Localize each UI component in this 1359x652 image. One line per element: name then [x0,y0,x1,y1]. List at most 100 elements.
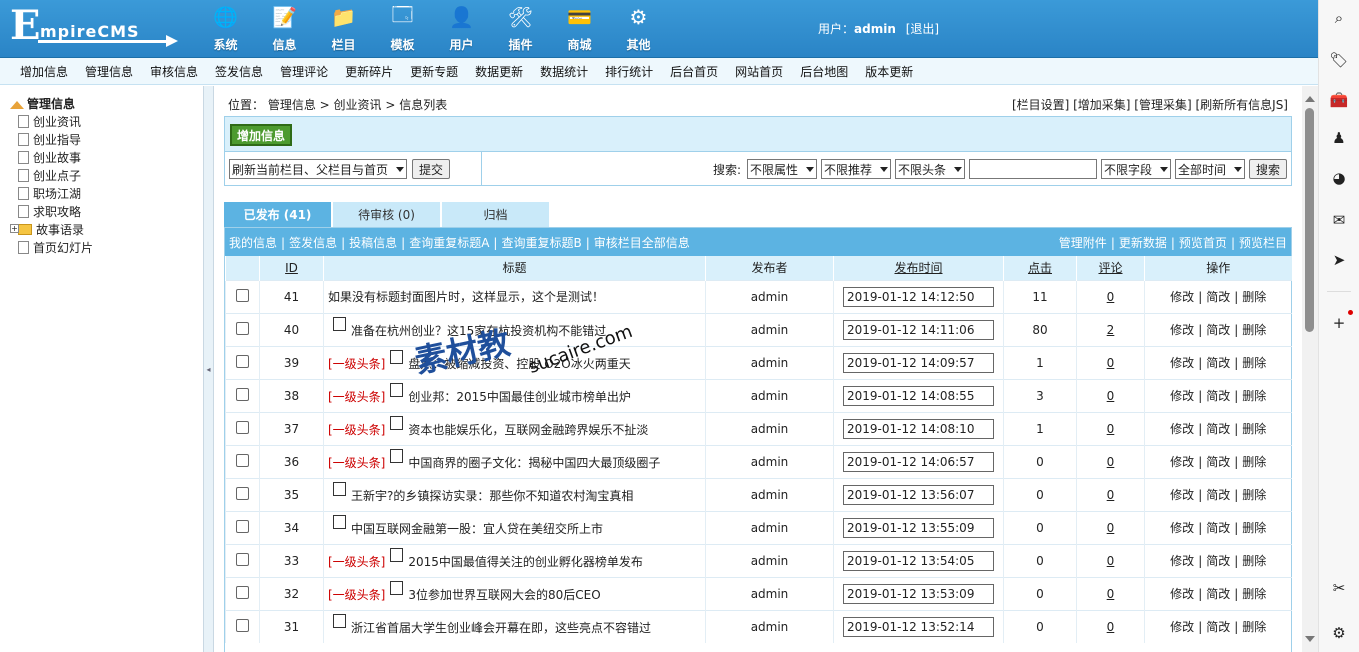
action-link-4[interactable]: 查询重复标题A [409,236,489,250]
row-comments-link[interactable]: 0 [1076,610,1145,643]
search-icon[interactable]: ⌕ [1329,8,1349,28]
sidebar-toggle[interactable]: ◂ [204,86,214,652]
tree-root[interactable]: 管理信息 [10,94,93,112]
row-time-input[interactable]: 2019-01-12 13:54:05 [843,550,994,571]
row-time-input[interactable]: 2019-01-12 14:09:57 [843,352,994,373]
quick-edit-link[interactable]: 简改 [1206,521,1230,535]
row-title-link[interactable]: 盘点：被缩减投资、控股 O2O冰火两重天 [408,357,630,371]
quick-edit-link[interactable]: 简改 [1206,356,1230,370]
delete-link[interactable]: 删除 [1242,554,1266,568]
col-clicks[interactable]: 点击 [1003,256,1077,280]
row-title-link[interactable]: 王新宇?的乡镇探访实录：那些你不知道农村淘宝真相 [351,489,633,503]
row-checkbox[interactable] [236,585,249,599]
row-comments-link[interactable]: 0 [1076,577,1145,610]
row-comments-link[interactable]: 0 [1076,511,1145,544]
quick-edit-link[interactable]: 简改 [1206,455,1230,469]
field-select[interactable]: 不限字段 [1100,159,1171,179]
topnav-item-2[interactable]: 📝 信息 [255,0,314,58]
topnav-item-6[interactable]: 🛠 插件 [491,0,550,58]
menu-item-12[interactable]: 网站首页 [735,63,783,80]
edit-link[interactable]: 修改 [1170,323,1194,337]
row-checkbox[interactable] [236,486,249,500]
delete-link[interactable]: 删除 [1242,389,1266,403]
menu-item-6[interactable]: 更新碎片 [345,63,393,80]
quick-edit-link[interactable]: 简改 [1206,422,1230,436]
logout-link[interactable]: [退出] [906,22,939,36]
row-checkbox[interactable] [236,387,249,401]
menu-item-7[interactable]: 更新专题 [410,63,458,80]
delete-link[interactable]: 删除 [1242,587,1266,601]
row-time-input[interactable]: 2019-01-12 14:08:10 [843,418,994,439]
row-title-link[interactable]: 准备在杭州创业？这15家在杭投资机构不能错过 [351,324,606,338]
edit-link[interactable]: 修改 [1170,587,1194,601]
status-tab-1[interactable]: 已发布 (41) [224,202,331,227]
row-title-link[interactable]: 创业邦：2015中国最佳创业城市榜单出炉 [408,390,631,404]
manage-link-3[interactable]: 预览首页 [1179,236,1227,250]
headline-select[interactable]: 不限头条 [894,159,965,179]
menu-item-8[interactable]: 数据更新 [475,63,523,80]
topnav-item-7[interactable]: 💳 商城 [550,0,609,58]
quick-edit-link[interactable]: 简改 [1206,554,1230,568]
tree-item[interactable]: 创业点子 [18,166,93,184]
tree-item[interactable]: 求职攻略 [18,202,93,220]
menu-item-3[interactable]: 审核信息 [150,63,198,80]
quick-edit-link[interactable]: 简改 [1206,488,1230,502]
row-title-link[interactable]: 如果没有标题封面图片时，这样显示，这个是测试！ [328,290,604,304]
delete-link[interactable]: 删除 [1242,488,1266,502]
manage-link-1[interactable]: 管理附件 [1059,236,1107,250]
tree-item[interactable]: 首页幻灯片 [18,238,93,256]
crumb-manage[interactable]: 管理信息 [268,98,316,112]
manage-link-2[interactable]: 更新数据 [1119,236,1167,250]
row-title-link[interactable]: 浙江省首届大学生创业峰会开幕在即，这些亮点不容错过 [351,621,651,635]
tree-item[interactable]: 创业指导 [18,130,93,148]
delete-link[interactable]: 删除 [1242,455,1266,469]
edit-link[interactable]: 修改 [1170,554,1194,568]
row-checkbox[interactable] [236,354,249,368]
menu-item-13[interactable]: 后台地图 [800,63,848,80]
edit-link[interactable]: 修改 [1170,488,1194,502]
topnav-item-8[interactable]: ⚙ 其他 [609,0,668,58]
row-checkbox[interactable] [236,420,249,434]
scroll-up-icon[interactable] [1305,96,1315,102]
col-time[interactable]: 发布时间 [833,256,1004,280]
category-links[interactable]: [栏目设置] [增加采集] [管理采集] [刷新所有信息JS] [1012,96,1288,113]
delete-link[interactable]: 删除 [1242,422,1266,436]
time-select[interactable]: 全部时间 [1174,159,1245,179]
row-title-link[interactable]: 2015中国最值得关注的创业孵化器榜单发布 [408,555,643,569]
empirecms-logo[interactable]: E mpireCMS [8,4,178,50]
menu-item-5[interactable]: 管理评论 [280,63,328,80]
row-title-link[interactable]: 3位参加世界互联网大会的80后CEO [408,588,600,602]
delete-link[interactable]: 删除 [1242,521,1266,535]
row-checkbox[interactable] [236,519,249,533]
menu-item-9[interactable]: 数据统计 [540,63,588,80]
office-icon[interactable]: ◕ [1329,168,1349,188]
status-tab-2[interactable]: 待审核 (0) [333,202,440,227]
row-title-link[interactable]: 中国互联网金融第一股：宜人贷在美纽交所上市 [351,522,603,536]
game-icon[interactable]: ♟ [1329,128,1349,148]
row-comments-link[interactable]: 0 [1076,478,1145,511]
menu-item-14[interactable]: 版本更新 [865,63,913,80]
delete-link[interactable]: 删除 [1242,356,1266,370]
quick-edit-link[interactable]: 简改 [1206,323,1230,337]
screenshot-icon[interactable]: ✂ [1329,578,1349,598]
quick-edit-link[interactable]: 简改 [1206,587,1230,601]
add-info-button[interactable]: 增加信息 [230,124,292,146]
scroll-down-icon[interactable] [1305,636,1315,642]
row-comments-link[interactable]: 0 [1076,445,1145,478]
row-time-input[interactable]: 2019-01-12 13:56:07 [843,484,994,505]
col-comments[interactable]: 评论 [1076,256,1145,280]
topnav-item-1[interactable]: 🌐 系统 [196,0,255,58]
search-button[interactable]: 搜索 [1248,159,1287,179]
tree-item[interactable]: 职场江湖 [18,184,93,202]
quick-edit-link[interactable]: 简改 [1206,389,1230,403]
status-tab-3[interactable]: 归档 [442,202,549,227]
attr-select[interactable]: 不限属性 [746,159,817,179]
edit-link[interactable]: 修改 [1170,620,1194,634]
menu-item-11[interactable]: 后台首页 [670,63,718,80]
row-time-input[interactable]: 2019-01-12 14:12:50 [843,286,994,307]
col-id[interactable]: ID [259,256,324,280]
row-checkbox[interactable] [236,618,249,632]
row-comments-link[interactable]: 0 [1076,379,1145,412]
search-input[interactable] [968,159,1097,179]
action-link-2[interactable]: 签发信息 [289,236,337,250]
